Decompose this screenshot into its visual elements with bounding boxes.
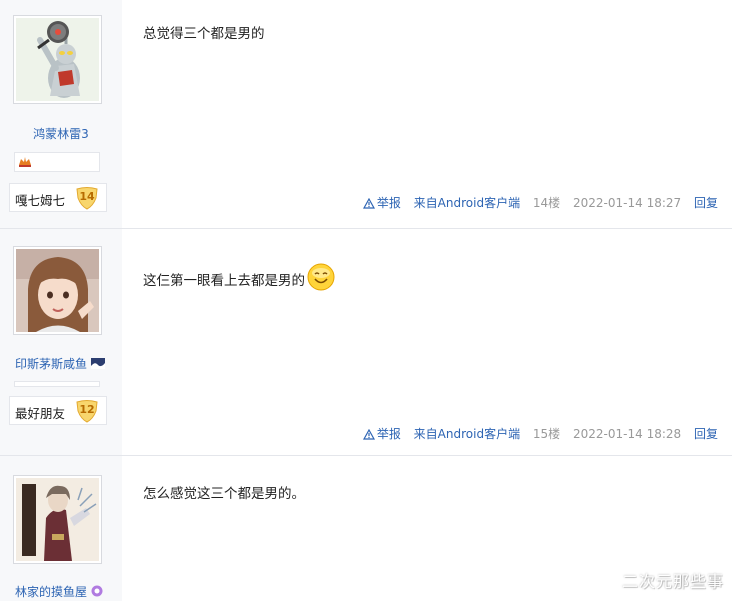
badge-strip [14, 152, 100, 172]
post-time: 2022-01-14 18:27 [573, 196, 682, 210]
avatar-image-illustration [16, 478, 99, 561]
floor-number: 15楼 [532, 427, 561, 441]
username-link[interactable]: 印斯茅斯咸鱼 [0, 355, 122, 372]
forum-level-badge[interactable]: 最好朋友 12 [9, 396, 107, 425]
post-time: 2022-01-14 18:28 [573, 427, 682, 441]
post-floor-15: 印斯茅斯咸鱼 最好朋友 12 这仨第一眼看上去都是男的 举报 来自Android… [0, 229, 732, 456]
report-label: 举报 [376, 196, 401, 210]
warning-icon [362, 429, 375, 440]
avatar[interactable] [13, 246, 102, 335]
username-link[interactable]: 鸿蒙林雷3 [0, 125, 122, 142]
report-link[interactable]: 举报 [362, 196, 401, 210]
author-sidebar: 鸿蒙林雷3 嘎七姆七 14 [0, 0, 122, 229]
post-content: 总觉得三个都是男的 [143, 26, 265, 42]
client-source-link[interactable]: 来自Android客户端 [414, 196, 520, 210]
post-content: 这仨第一眼看上去都是男的 [143, 263, 335, 291]
game-badge-icon[interactable] [18, 156, 32, 168]
username-link[interactable]: 林家的摸鱼屋 [0, 583, 122, 600]
avatar-image-girl [16, 249, 99, 332]
post-tail: 举报 来自Android客户端 14楼 2022-01-14 18:27 回复 [362, 194, 718, 211]
client-source-link[interactable]: 来自Android客户端 [414, 427, 520, 441]
avatar[interactable] [13, 475, 102, 564]
post-tail: 举报 来自Android客户端 15楼 2022-01-14 18:28 回复 [362, 425, 718, 442]
author-sidebar: 印斯茅斯咸鱼 最好朋友 12 [0, 229, 122, 456]
warning-icon [362, 198, 375, 209]
reply-button[interactable]: 回复 [694, 196, 718, 210]
avatar[interactable] [13, 15, 102, 104]
post-content: 怎么感觉这三个都是男的。 [143, 486, 305, 502]
report-link[interactable]: 举报 [362, 427, 401, 441]
report-label: 举报 [376, 427, 401, 441]
avatar-image-ultraman [16, 18, 99, 101]
post-text: 这仨第一眼看上去都是男的 [143, 273, 305, 289]
post-floor-14: 鸿蒙林雷3 嘎七姆七 14 总觉得三个都是男的 举报 来自Android客户端 … [0, 0, 732, 229]
watermark-text: 二次元那些事 [621, 572, 724, 591]
badge-strip [14, 381, 100, 387]
wave-badge-icon[interactable] [90, 358, 105, 369]
level-title: 最好朋友 [15, 406, 66, 421]
smiley-emoji-icon [307, 263, 335, 291]
floor-number: 14楼 [532, 196, 561, 210]
forum-level-badge[interactable]: 嘎七姆七 14 [9, 183, 107, 212]
level-number: 14 [79, 190, 95, 203]
reply-button[interactable]: 回复 [694, 427, 718, 441]
level-number: 12 [79, 403, 95, 416]
username-text: 林家的摸鱼屋 [15, 585, 88, 599]
level-title: 嘎七姆七 [15, 193, 66, 208]
author-sidebar: 林家的摸鱼屋 [0, 456, 122, 601]
username-text: 印斯茅斯咸鱼 [15, 357, 88, 371]
purple-badge-icon[interactable] [91, 585, 103, 597]
